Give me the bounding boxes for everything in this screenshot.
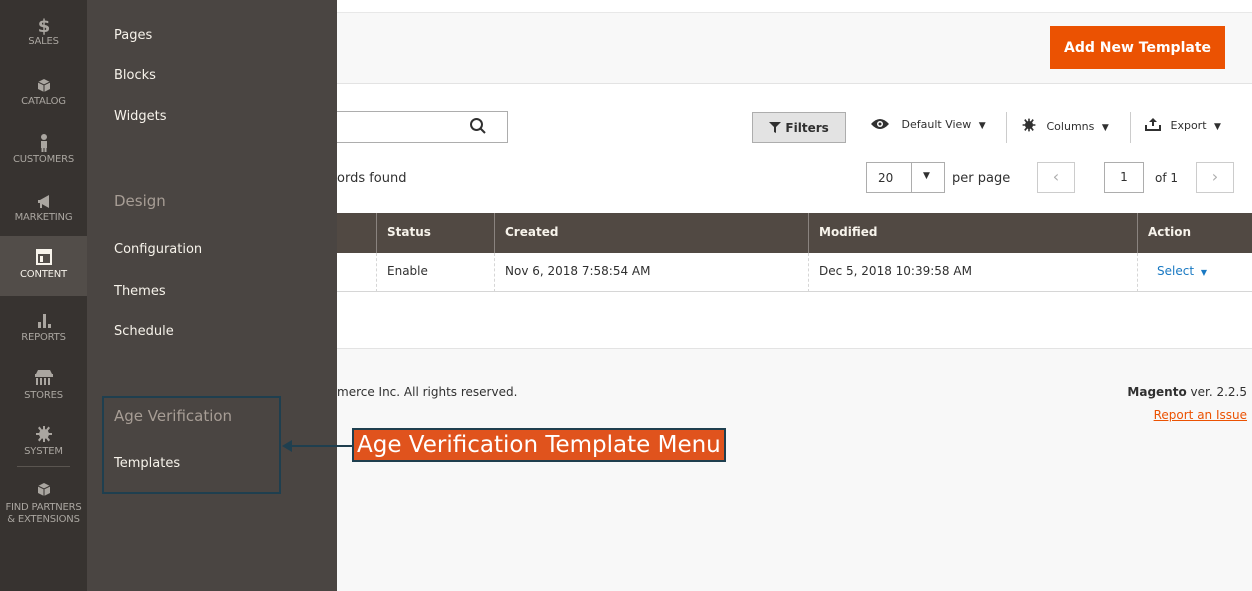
annotation-label: Age Verification Template Menu bbox=[352, 428, 726, 462]
nav-find-partners[interactable]: FIND PARTNERS & EXTENSIONS bbox=[0, 478, 87, 538]
cell-divider bbox=[808, 253, 809, 292]
menu-item-schedule[interactable]: Schedule bbox=[114, 324, 174, 339]
main-nav: $ SALES CATALOG CUSTOMERS MARKETING CONT… bbox=[0, 0, 87, 591]
add-new-template-button[interactable]: Add New Template bbox=[1050, 26, 1225, 69]
filters-button[interactable]: Filters bbox=[752, 112, 846, 143]
nav-reports[interactable]: REPORTS bbox=[0, 308, 87, 366]
cell-modified: Dec 5, 2018 10:39:58 AM bbox=[819, 264, 972, 278]
content-flyout-menu: Pages Blocks Widgets Design Configuratio… bbox=[87, 0, 337, 591]
menu-section-design: Design bbox=[114, 192, 166, 210]
per-page-value: 20 bbox=[878, 171, 894, 185]
chevron-right-icon: › bbox=[1211, 167, 1219, 186]
report-issue-link[interactable]: Report an Issue bbox=[1154, 408, 1247, 422]
nav-customers[interactable]: CUSTOMERS bbox=[0, 130, 87, 188]
version-number: ver. 2.2.5 bbox=[1186, 385, 1247, 399]
box-icon bbox=[37, 79, 50, 92]
dollar-icon: $ bbox=[37, 16, 50, 36]
menu-item-pages[interactable]: Pages bbox=[114, 28, 152, 43]
cell-divider bbox=[376, 253, 377, 292]
chevron-down-icon: ▼ bbox=[1200, 268, 1208, 277]
chevron-down-icon: ▼ bbox=[1214, 122, 1221, 132]
grid-header bbox=[337, 213, 1252, 253]
funnel-icon bbox=[769, 121, 782, 133]
column-header-status[interactable]: Status bbox=[387, 225, 431, 239]
default-view-dropdown[interactable]: Default View ▼ bbox=[870, 117, 986, 131]
gear-icon bbox=[35, 426, 52, 442]
cell-divider bbox=[1137, 253, 1138, 292]
svg-text:$: $ bbox=[37, 16, 50, 36]
nav-catalog[interactable]: CATALOG bbox=[0, 72, 87, 130]
store-icon bbox=[34, 370, 53, 385]
chevron-down-icon: ▼ bbox=[923, 171, 930, 181]
column-header-modified[interactable]: Modified bbox=[819, 225, 878, 239]
nav-sales[interactable]: $ SALES bbox=[0, 12, 87, 70]
eye-icon bbox=[871, 119, 889, 129]
annotation-arrow-line bbox=[290, 445, 352, 447]
admin-page: $ SALES CATALOG CUSTOMERS MARKETING CONT… bbox=[0, 0, 1252, 591]
column-divider bbox=[494, 213, 495, 253]
copyright-text: merce Inc. All rights reserved. bbox=[337, 385, 518, 399]
column-header-created[interactable]: Created bbox=[505, 225, 558, 239]
page-total: of 1 bbox=[1155, 171, 1179, 185]
menu-item-widgets[interactable]: Widgets bbox=[114, 109, 167, 124]
menu-item-configuration[interactable]: Configuration bbox=[114, 242, 202, 257]
column-divider bbox=[1137, 213, 1138, 253]
cell-status: Enable bbox=[387, 264, 428, 278]
nav-stores[interactable]: STORES bbox=[0, 366, 87, 424]
records-found: ords found bbox=[337, 171, 407, 186]
bar-chart-icon bbox=[37, 314, 51, 328]
toolbar-divider bbox=[1130, 112, 1131, 143]
gear-icon bbox=[1022, 118, 1036, 132]
annotation-highlight-box bbox=[102, 396, 281, 494]
column-divider bbox=[808, 213, 809, 253]
menu-item-themes[interactable]: Themes bbox=[114, 284, 166, 299]
person-icon bbox=[40, 134, 47, 152]
previous-page-button[interactable]: ‹ bbox=[1037, 162, 1075, 193]
table-row bbox=[337, 253, 1252, 292]
chevron-left-icon: ‹ bbox=[1052, 167, 1060, 186]
row-action-select[interactable]: Select ▼ bbox=[1157, 264, 1207, 278]
nav-content[interactable]: CONTENT bbox=[0, 236, 87, 296]
layout-icon bbox=[35, 249, 52, 265]
nav-divider bbox=[17, 466, 70, 467]
version-info: Magento ver. 2.2.5 bbox=[1127, 385, 1247, 399]
column-divider bbox=[376, 213, 377, 253]
toolbar-divider bbox=[1006, 112, 1007, 143]
per-page-toggle[interactable]: ▼ bbox=[911, 163, 944, 192]
upload-icon bbox=[1145, 118, 1161, 131]
per-page-label: per page bbox=[952, 171, 1011, 186]
nav-system[interactable]: SYSTEM bbox=[0, 422, 87, 480]
version-brand: Magento bbox=[1127, 385, 1187, 399]
megaphone-icon bbox=[37, 195, 49, 208]
cube-icon bbox=[37, 483, 50, 496]
cell-divider bbox=[494, 253, 495, 292]
export-dropdown[interactable]: Export ▼ bbox=[1145, 117, 1221, 132]
next-page-button[interactable]: › bbox=[1196, 162, 1234, 193]
menu-item-blocks[interactable]: Blocks bbox=[114, 68, 156, 83]
cell-created: Nov 6, 2018 7:58:54 AM bbox=[505, 264, 651, 278]
page-number-input[interactable]: 1 bbox=[1104, 162, 1144, 193]
chevron-down-icon: ▼ bbox=[1101, 123, 1109, 133]
chevron-down-icon: ▼ bbox=[978, 121, 986, 131]
column-header-action: Action bbox=[1148, 225, 1192, 239]
columns-dropdown[interactable]: Columns ▼ bbox=[1021, 117, 1109, 133]
search-icon[interactable] bbox=[469, 117, 487, 135]
